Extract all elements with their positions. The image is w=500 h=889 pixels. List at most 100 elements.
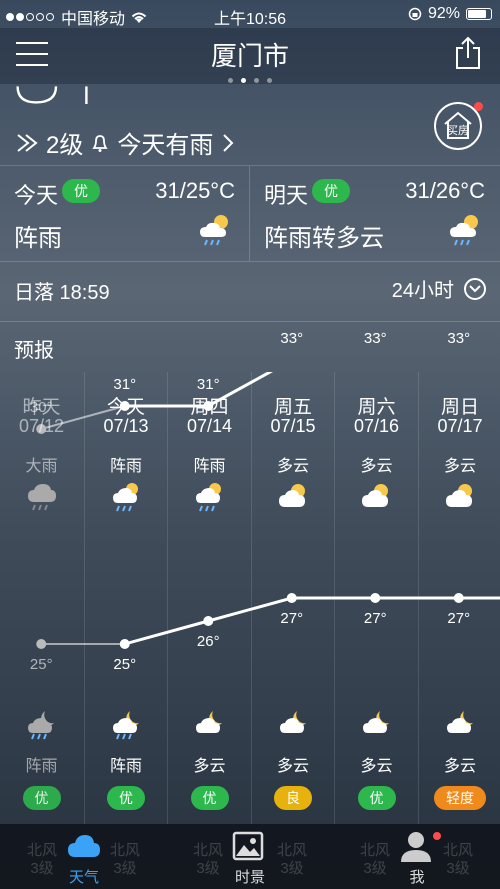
- day-condition: 多云: [443, 458, 476, 475]
- notification-dot: [474, 102, 483, 111]
- tomorrow-aqi-badge: 优: [312, 179, 350, 203]
- wind-icon: [17, 133, 38, 152]
- status-bar: 中国移动 上午10:56 92%: [0, 0, 500, 28]
- battery-icon: [466, 8, 492, 20]
- day-condition: 多云: [360, 458, 393, 475]
- today-condition: 阵雨: [14, 225, 62, 252]
- today-aqi-badge: 优: [62, 179, 100, 203]
- aqi-badge: 优: [190, 786, 229, 810]
- date-label: 07/13: [103, 416, 149, 436]
- chevron-down-icon: [464, 277, 486, 300]
- weekday-label: 周六: [357, 397, 396, 418]
- forecast-day-column[interactable]: 昨天 07/12 大雨 阵雨优: [0, 372, 83, 824]
- day-weather-icon: [444, 480, 478, 517]
- forecast-day-column[interactable]: 周六 07/16 多云 多云优: [334, 372, 418, 824]
- weekday-label: 周日: [440, 397, 479, 418]
- chevron-right-icon: [223, 133, 234, 152]
- night-weather-icon: [25, 708, 59, 745]
- today-temp: 31/25°C: [155, 178, 235, 203]
- night-weather-icon: [193, 708, 227, 745]
- high-temp-label: 31°: [196, 376, 220, 393]
- night-condition: 多云: [193, 758, 226, 775]
- night-condition: 多云: [276, 758, 309, 775]
- low-temp-label: 27°: [447, 610, 471, 627]
- night-condition: 多云: [360, 758, 393, 775]
- low-temp-label: 25°: [113, 656, 137, 673]
- forecast-day-column[interactable]: 周五 07/15 多云 多云良: [250, 372, 335, 824]
- sun-rain-icon: [450, 215, 478, 246]
- low-temp-label: 25°: [29, 656, 53, 673]
- day-condition: 大雨: [25, 458, 58, 475]
- day-summary: 今天 优 31/25°C 阵雨 明天 优 31/26°C 阵雨转多云: [0, 165, 500, 262]
- today-label: 今天: [14, 183, 59, 208]
- person-icon: [401, 832, 431, 862]
- bell-icon: [92, 134, 109, 152]
- weekday-label: 周四: [190, 397, 229, 418]
- alert-text: 今天有雨: [117, 132, 214, 159]
- high-temp-label: 33°: [447, 330, 471, 347]
- night-condition: 阵雨: [109, 758, 142, 775]
- tomorrow-card[interactable]: 明天 优 31/26°C 阵雨转多云: [250, 166, 499, 261]
- tab-scene-label: 时景: [234, 869, 265, 886]
- low-temp-label: 27°: [363, 610, 387, 627]
- night-weather-icon: [360, 708, 394, 745]
- high-temp-label: 31°: [113, 376, 137, 393]
- aqi-badge: 轻度: [434, 786, 486, 810]
- high-temp-label: 33°: [280, 330, 304, 347]
- weekday-label: 周五: [273, 397, 312, 418]
- sunset-time: 日落 18:59: [14, 282, 110, 304]
- day-condition: 阵雨: [109, 458, 142, 475]
- hourly-label: 24小时: [391, 280, 454, 302]
- date-label: 07/16: [353, 416, 400, 436]
- day-condition: 阵雨: [193, 458, 226, 475]
- sun-rain-icon: [200, 215, 228, 246]
- tomorrow-condition: 阵雨转多云: [264, 225, 384, 252]
- cloud-icon: [68, 835, 100, 857]
- today-card[interactable]: 今天 优 31/25°C 阵雨: [0, 166, 250, 261]
- tab-scene[interactable]: 时景: [220, 824, 280, 889]
- share-icon[interactable]: [454, 36, 482, 70]
- house-button[interactable]: 买房: [434, 102, 483, 150]
- forecast-day-column[interactable]: 周四 07/14 阵雨 多云优: [167, 372, 251, 824]
- weekday-label: 今天: [106, 397, 145, 418]
- tab-me[interactable]: 我: [387, 824, 447, 889]
- battery-percent: 92%: [427, 5, 460, 22]
- current-temp-fragment: [16, 86, 88, 104]
- rotation-lock-icon: [408, 7, 422, 21]
- high-temp-label: 30°: [29, 399, 53, 416]
- night-weather-icon: [277, 708, 311, 745]
- day-weather-icon: [360, 480, 394, 517]
- hourly-toggle[interactable]: 24小时: [392, 274, 486, 303]
- tab-weather[interactable]: 天气: [54, 824, 114, 889]
- night-weather-icon: [110, 708, 144, 745]
- forecast-day-column[interactable]: 周日 07/17 多云 多云 轻度: [417, 372, 500, 824]
- day-weather-icon: [277, 480, 311, 517]
- low-temp-label: 27°: [280, 610, 304, 627]
- aqi-badge: 良: [274, 786, 312, 810]
- sunset-row: 日落 18:59 24小时: [0, 261, 500, 322]
- forecast-day-column[interactable]: 今天 07/13 阵雨 阵雨优: [83, 372, 168, 824]
- date-label: 07/15: [270, 416, 316, 436]
- notification-dot: [433, 832, 441, 840]
- wind-level: 2级: [46, 132, 84, 159]
- top-navbar: 厦门市: [0, 28, 500, 84]
- city-title[interactable]: 厦门市: [0, 36, 500, 73]
- tomorrow-temp: 31/26°C: [405, 178, 485, 203]
- night-condition: 阵雨: [25, 758, 58, 775]
- day-weather-icon: [110, 480, 144, 517]
- aqi-badge: 优: [107, 786, 145, 810]
- day-weather-icon: [193, 480, 227, 517]
- high-temp-label: 33°: [363, 330, 387, 347]
- forecast-chart: 昨天 07/12 大雨 阵雨优今天 07/13 阵雨 阵雨优周四 07/14 阵雨 多云优周五 07…: [0, 330, 500, 824]
- low-temp-label: 26°: [196, 633, 220, 650]
- tab-me-label: 我: [409, 869, 425, 886]
- day-weather-icon: [25, 480, 59, 517]
- night-weather-icon: [444, 708, 478, 745]
- day-condition: 多云: [276, 458, 309, 475]
- house-button-label: 买房: [447, 125, 469, 137]
- tab-weather-label: 天气: [68, 869, 99, 886]
- tab-bar: 北风 3级 北风 3级 北风 3级 北风 3级 北风 3级 北风 3级 天气 时景 我: [0, 824, 500, 889]
- date-label: 07/17: [437, 416, 483, 436]
- aqi-badge: 优: [357, 786, 396, 810]
- wind-alert-row[interactable]: 2级 今天有雨: [16, 125, 235, 160]
